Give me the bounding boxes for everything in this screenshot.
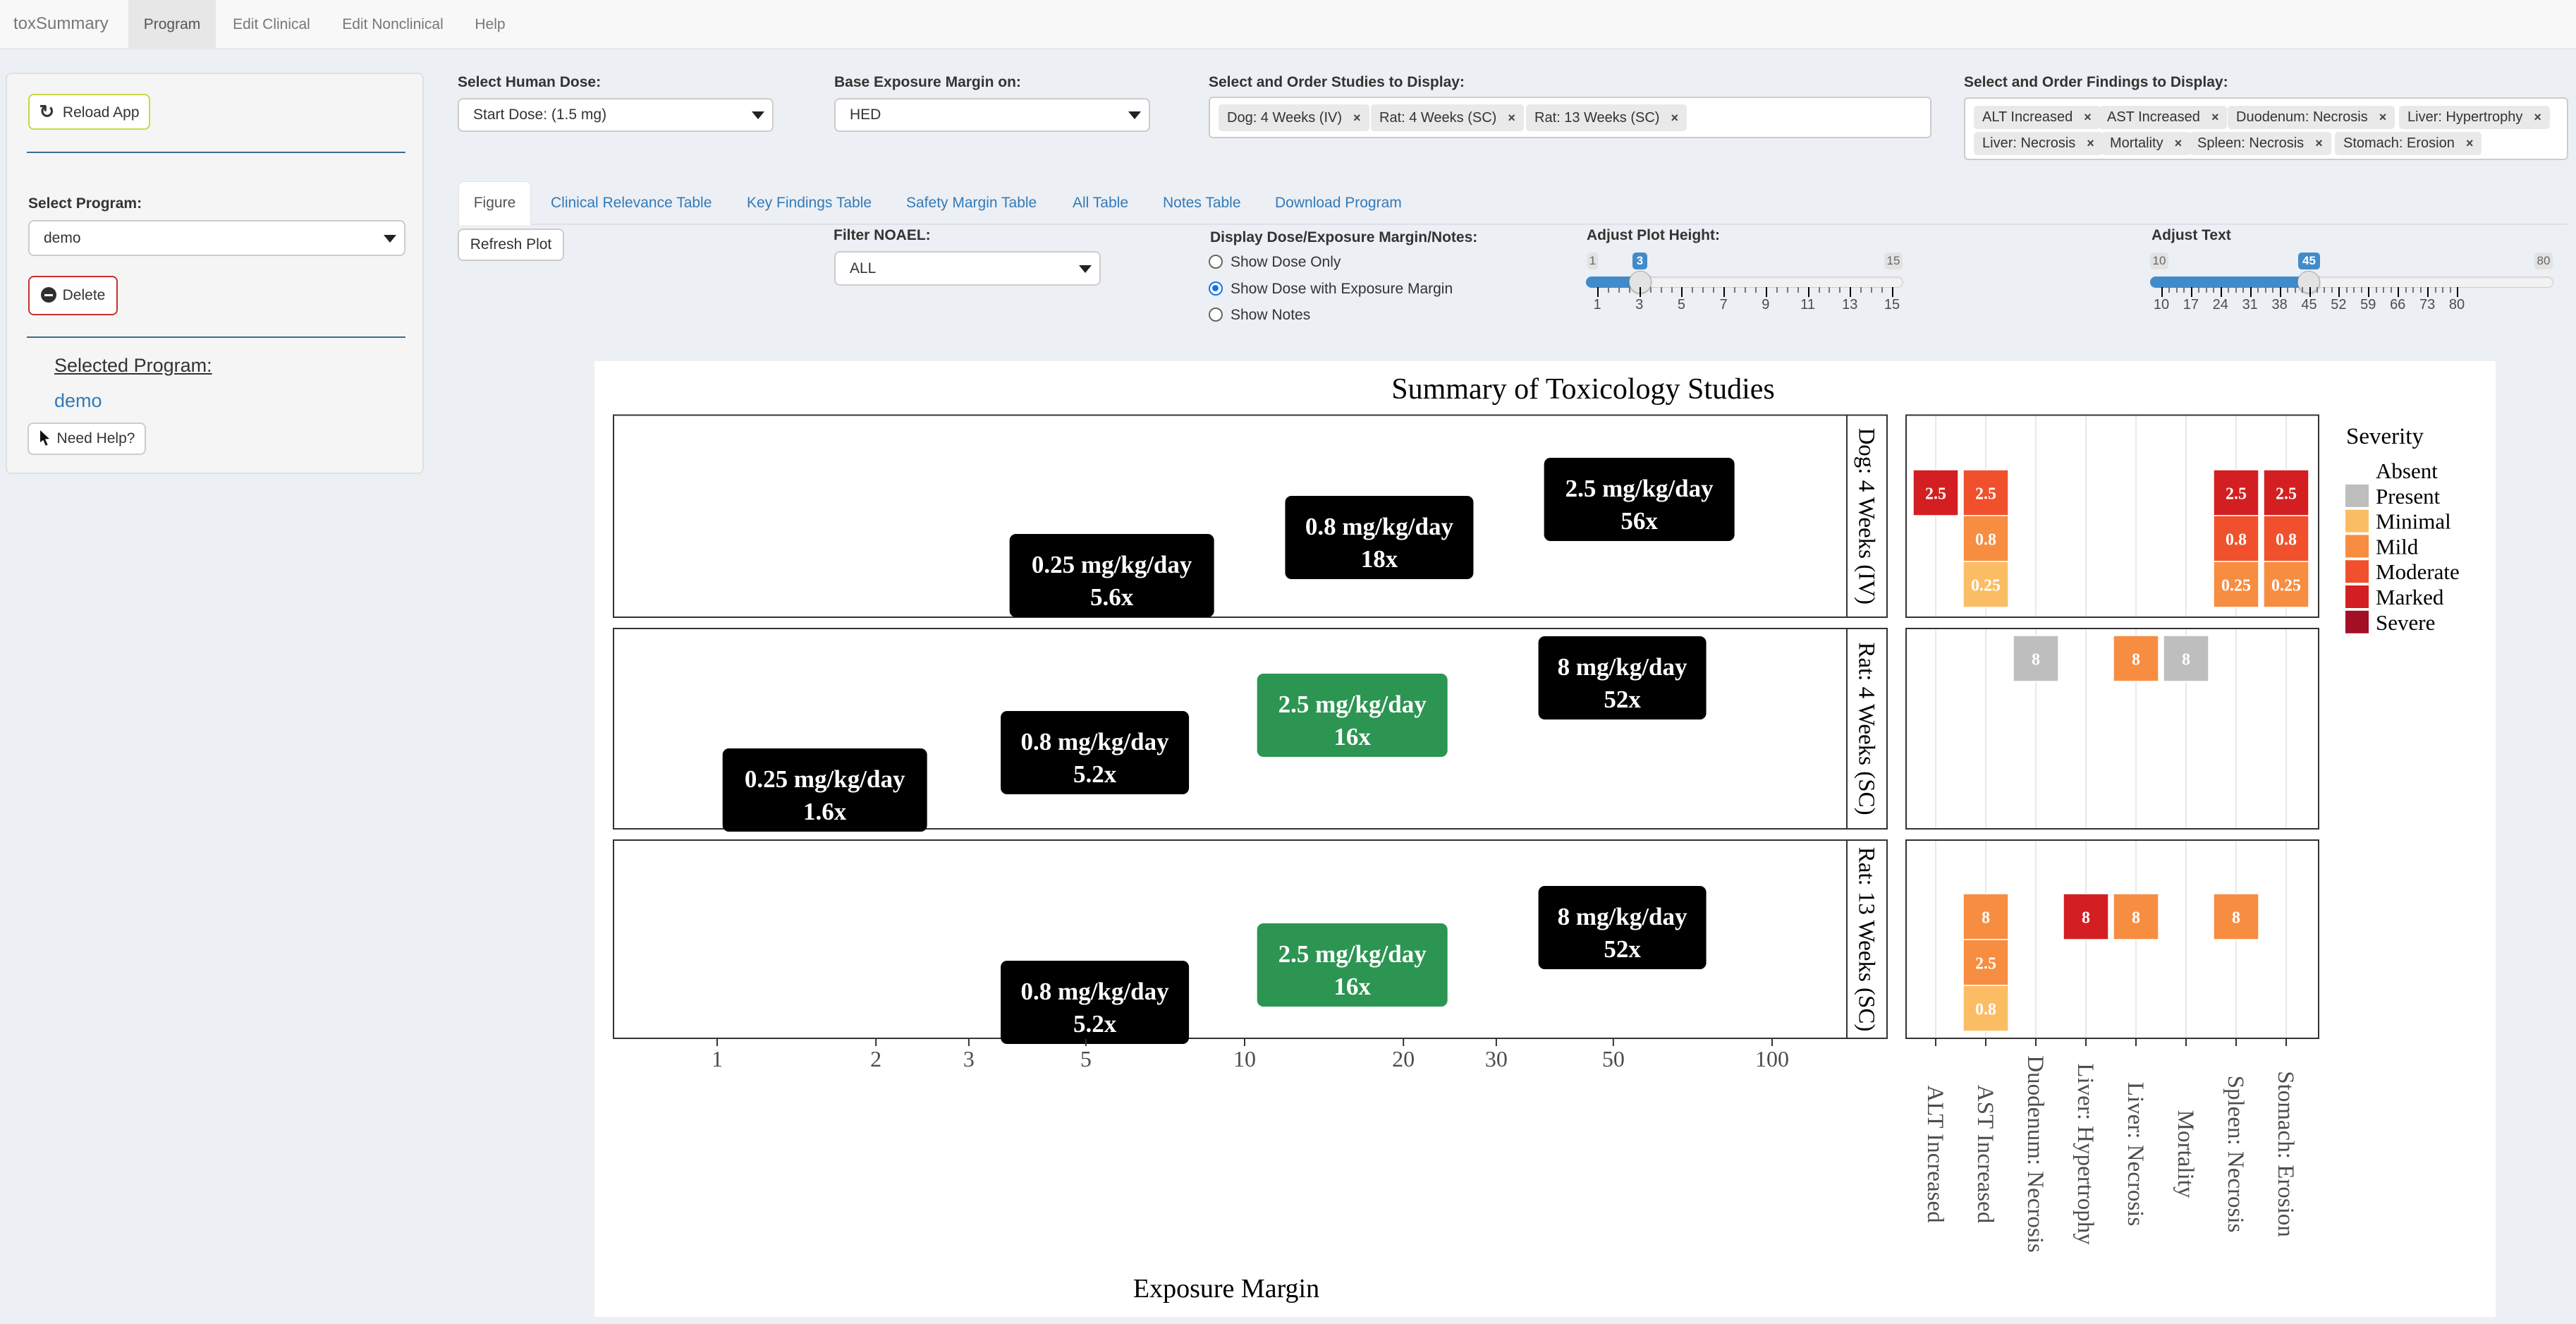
svg-text:Minimal: Minimal [2376,509,2451,534]
svg-text:100: 100 [1755,1046,1789,1071]
svg-text:2.5 mg/kg/day: 2.5 mg/kg/day [1278,940,1427,968]
svg-text:50: 50 [1602,1046,1625,1071]
svg-text:Rat: 13 Weeks (SC): Rat: 13 Weeks (SC) [1854,847,1879,1032]
svg-text:0.8: 0.8 [2276,531,2297,549]
svg-text:0.8: 0.8 [1975,1001,1996,1019]
svg-text:Severity: Severity [2346,424,2424,449]
svg-text:0.25: 0.25 [2221,577,2251,595]
svg-text:2: 2 [870,1046,881,1071]
svg-text:0.8 mg/kg/day: 0.8 mg/kg/day [1021,728,1170,755]
svg-text:Marked: Marked [2376,585,2444,609]
svg-text:Severe: Severe [2376,610,2435,635]
svg-text:Spleen: Necrosis: Spleen: Necrosis [2223,1076,2248,1233]
svg-text:1.6x: 1.6x [803,798,847,825]
svg-text:5.2x: 5.2x [1073,760,1117,788]
svg-text:Liver: Necrosis: Liver: Necrosis [2123,1082,2148,1226]
svg-text:52x: 52x [1604,935,1641,963]
svg-text:8: 8 [2232,909,2240,928]
svg-text:0.8: 0.8 [1975,531,1996,549]
svg-text:0.25 mg/kg/day: 0.25 mg/kg/day [745,765,905,793]
svg-text:56x: 56x [1620,507,1658,535]
svg-text:10: 10 [1233,1046,1256,1071]
svg-text:0.25 mg/kg/day: 0.25 mg/kg/day [1032,551,1192,578]
svg-text:Stomach: Erosion: Stomach: Erosion [2273,1071,2298,1237]
svg-text:8: 8 [2082,909,2090,928]
svg-text:3: 3 [963,1046,975,1071]
svg-text:8 mg/kg/day: 8 mg/kg/day [1558,653,1687,681]
svg-text:1: 1 [712,1046,723,1071]
svg-text:0.25: 0.25 [2271,577,2301,595]
svg-text:30: 30 [1485,1046,1508,1071]
svg-text:2.5: 2.5 [2276,485,2297,504]
svg-text:2.5 mg/kg/day: 2.5 mg/kg/day [1565,475,1714,502]
svg-text:2.5: 2.5 [1925,485,1946,504]
svg-text:0.8 mg/kg/day: 0.8 mg/kg/day [1021,978,1170,1005]
svg-text:8: 8 [2182,651,2190,669]
svg-text:Rat: 4 Weeks (SC): Rat: 4 Weeks (SC) [1854,642,1879,815]
svg-text:5.6x: 5.6x [1090,583,1134,611]
svg-text:52x: 52x [1604,686,1641,713]
svg-text:20: 20 [1392,1046,1415,1071]
svg-text:2.5: 2.5 [2226,485,2247,504]
svg-text:Duodenum: Necrosis: Duodenum: Necrosis [2022,1055,2048,1253]
svg-text:16x: 16x [1333,973,1371,1000]
svg-text:18x: 18x [1361,545,1398,573]
svg-text:Exposure Margin: Exposure Margin [1133,1274,1319,1304]
svg-text:16x: 16x [1333,723,1371,751]
svg-text:8: 8 [2132,651,2140,669]
svg-text:Moderate: Moderate [2376,559,2460,584]
svg-text:8 mg/kg/day: 8 mg/kg/day [1558,903,1687,930]
svg-text:8: 8 [2132,909,2140,928]
svg-text:Present: Present [2376,484,2441,509]
svg-text:Dog: 4 Weeks (IV): Dog: 4 Weeks (IV) [1854,427,1879,605]
svg-text:AST Increased: AST Increased [1972,1085,1998,1224]
svg-text:0.25: 0.25 [1971,577,2001,595]
svg-text:ALT Increased: ALT Increased [1922,1085,1948,1223]
svg-text:5: 5 [1080,1046,1092,1071]
svg-text:Mild: Mild [2376,534,2419,559]
svg-text:Liver: Hypertrophy: Liver: Hypertrophy [2073,1063,2098,1245]
svg-text:2.5 mg/kg/day: 2.5 mg/kg/day [1278,691,1427,718]
svg-text:2.5: 2.5 [1975,485,1996,504]
svg-text:Summary of Toxicology Studies: Summary of Toxicology Studies [1391,373,1774,406]
svg-text:Mortality: Mortality [2173,1110,2198,1198]
svg-text:2.5: 2.5 [1975,955,1996,973]
svg-text:8: 8 [2032,651,2040,669]
svg-text:8: 8 [1982,909,1990,928]
svg-text:5.2x: 5.2x [1073,1010,1117,1038]
svg-text:Absent: Absent [2376,458,2438,483]
svg-text:0.8 mg/kg/day: 0.8 mg/kg/day [1305,513,1454,540]
svg-text:0.8: 0.8 [2226,531,2247,549]
